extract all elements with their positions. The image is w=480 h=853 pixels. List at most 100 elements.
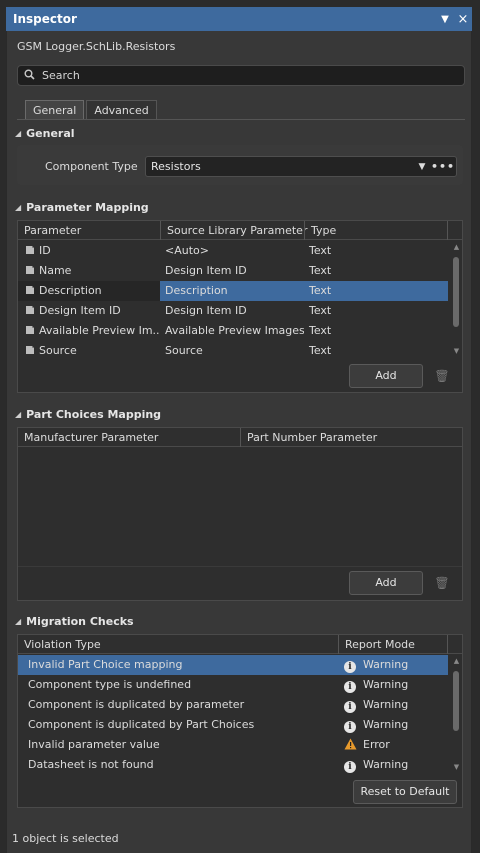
table-row[interactable]: Name Design Item ID Text bbox=[18, 261, 448, 281]
report-mode-value: Warning bbox=[363, 658, 409, 671]
parameter-name: Available Preview Im... bbox=[39, 324, 160, 337]
column-header-manufacturer[interactable]: Manufacturer Parameter bbox=[18, 428, 158, 447]
source-cell[interactable]: <Auto> bbox=[160, 241, 304, 261]
table-row[interactable]: ID <Auto> Text bbox=[18, 241, 448, 261]
table-row[interactable]: Component is duplicated by Part Choices i… bbox=[18, 715, 448, 735]
report-mode-cell[interactable]: i Warning bbox=[344, 695, 448, 715]
section-part-choices-header[interactable]: ◢ Part Choices Mapping bbox=[15, 408, 161, 421]
tab-general[interactable]: General bbox=[25, 100, 85, 120]
report-mode-cell[interactable]: i Warning bbox=[344, 755, 448, 775]
parameter-icon bbox=[26, 306, 34, 314]
scroll-up-icon[interactable]: ▲ bbox=[452, 243, 461, 251]
info-icon: i bbox=[344, 761, 356, 773]
parameter-cell: Design Item ID bbox=[18, 301, 160, 321]
table-row[interactable]: Design Item ID Design Item ID Text bbox=[18, 301, 448, 321]
report-mode-value: Warning bbox=[363, 698, 409, 711]
trash-icon[interactable]: 🗑 bbox=[432, 366, 452, 386]
reset-to-default-button[interactable]: Reset to Default bbox=[353, 780, 457, 804]
table-row[interactable]: Source Source Text bbox=[18, 341, 448, 361]
close-icon[interactable]: × bbox=[454, 12, 472, 27]
panel-title: Inspector bbox=[13, 12, 77, 26]
table-row[interactable]: Component type is undefined i Warning bbox=[18, 675, 448, 695]
section-general-header[interactable]: ◢ General bbox=[15, 127, 75, 140]
table-row[interactable]: Component is duplicated by parameter i War… bbox=[18, 695, 448, 715]
table-row[interactable]: Invalid Part Choice mapping i Warning bbox=[18, 655, 448, 675]
parameter-icon bbox=[26, 266, 34, 274]
source-cell[interactable]: Design Item ID bbox=[160, 301, 304, 321]
info-icon: i bbox=[344, 681, 356, 693]
info-icon: i bbox=[344, 721, 356, 733]
table-row[interactable]: Invalid parameter value Error bbox=[18, 735, 448, 755]
type-cell: Text bbox=[309, 344, 332, 357]
violation-type-cell: Datasheet is not found bbox=[28, 758, 154, 771]
add-part-choice-button[interactable]: Add bbox=[349, 571, 423, 595]
scroll-down-icon[interactable]: ▼ bbox=[452, 763, 461, 771]
parameter-name: Name bbox=[39, 264, 72, 277]
status-bar-text: 1 object is selected bbox=[12, 832, 119, 845]
violation-type-cell: Invalid Part Choice mapping bbox=[28, 658, 183, 671]
section-title: Parameter Mapping bbox=[26, 201, 149, 214]
tab-advanced[interactable]: Advanced bbox=[86, 100, 157, 120]
more-options-icon[interactable]: ••• bbox=[430, 160, 456, 173]
table-header: Parameter Source Library Parameter Type bbox=[18, 221, 462, 240]
table-row[interactable]: Description Description Text bbox=[18, 281, 448, 301]
tab-divider bbox=[17, 119, 465, 120]
search-placeholder: Search bbox=[42, 69, 80, 82]
scroll-up-icon[interactable]: ▲ bbox=[452, 657, 461, 665]
report-mode-cell[interactable]: Error bbox=[344, 735, 448, 755]
parameter-name: Description bbox=[39, 284, 102, 297]
violation-type-cell: Component type is undefined bbox=[28, 678, 192, 691]
column-header-type[interactable]: Type bbox=[304, 221, 336, 240]
column-header-parameter[interactable]: Parameter bbox=[18, 221, 81, 240]
chevron-down-icon[interactable]: ▼ bbox=[414, 162, 430, 172]
trash-icon[interactable]: 🗑 bbox=[432, 573, 452, 593]
search-input[interactable]: Search bbox=[17, 65, 465, 86]
report-mode-cell[interactable]: i Warning bbox=[344, 675, 448, 695]
column-header-spacer bbox=[447, 221, 454, 240]
table-divider bbox=[18, 566, 462, 567]
violation-type-cell: Invalid parameter value bbox=[28, 738, 160, 751]
type-cell: Text bbox=[309, 264, 332, 277]
table-row[interactable]: Available Preview Im... Available Preview… bbox=[18, 321, 448, 341]
column-header-part-number[interactable]: Part Number Parameter bbox=[240, 428, 377, 447]
type-cell: Text bbox=[309, 324, 332, 337]
report-mode-cell[interactable]: i Warning bbox=[344, 715, 448, 735]
scroll-thumb[interactable] bbox=[453, 671, 459, 731]
add-parameter-button[interactable]: Add bbox=[349, 364, 423, 388]
section-title: Migration Checks bbox=[26, 615, 134, 628]
source-cell[interactable]: Design Item ID bbox=[160, 261, 304, 281]
report-mode-value: Warning bbox=[363, 678, 409, 691]
column-header-report-mode[interactable]: Report Mode bbox=[338, 635, 415, 654]
type-cell: Text bbox=[309, 244, 332, 257]
collapse-triangle-icon: ◢ bbox=[15, 129, 22, 138]
component-type-dropdown[interactable]: Resistors ▼ ••• bbox=[145, 156, 457, 177]
parameter-icon bbox=[26, 246, 34, 254]
migration-scrollbar[interactable]: ▲ ▼ bbox=[452, 655, 461, 773]
violation-type-cell: Component is duplicated by parameter bbox=[28, 698, 245, 711]
report-mode-value: Error bbox=[363, 738, 390, 751]
column-header-source[interactable]: Source Library Parameter bbox=[160, 221, 307, 240]
selected-object-name: GSM Logger.SchLib.Resistors bbox=[17, 40, 176, 53]
parameter-cell: ID bbox=[18, 241, 160, 261]
report-mode-cell[interactable]: i Warning bbox=[344, 655, 448, 675]
parameter-cell: Available Preview Im... bbox=[18, 321, 160, 341]
parameter-icon bbox=[26, 286, 34, 294]
table-header: Manufacturer Parameter Part Number Param… bbox=[18, 428, 462, 447]
section-title: Part Choices Mapping bbox=[26, 408, 162, 421]
scroll-thumb[interactable] bbox=[453, 257, 459, 327]
table-row[interactable]: Datasheet is not found i Warning bbox=[18, 755, 448, 775]
column-header-violation[interactable]: Violation Type bbox=[18, 635, 101, 654]
part-choices-panel: Manufacturer Parameter Part Number Param… bbox=[17, 427, 463, 601]
parameter-scrollbar[interactable]: ▲ ▼ bbox=[452, 241, 461, 357]
scroll-down-icon[interactable]: ▼ bbox=[452, 347, 461, 355]
section-parameter-mapping-header[interactable]: ◢ Parameter Mapping bbox=[15, 201, 149, 214]
source-cell[interactable]: Description bbox=[160, 281, 304, 301]
source-cell[interactable]: Available Preview Images bbox=[160, 321, 304, 341]
section-migration-checks-header[interactable]: ◢ Migration Checks bbox=[15, 615, 134, 628]
source-cell[interactable]: Source bbox=[160, 341, 304, 361]
column-header-spacer bbox=[447, 635, 454, 654]
component-type-label: Component Type bbox=[45, 160, 138, 173]
parameter-mapping-panel: Parameter Source Library Parameter Type … bbox=[17, 220, 463, 393]
violation-type-cell: Component is duplicated by Part Choices bbox=[28, 718, 255, 731]
pin-dropdown-icon[interactable]: ▼ bbox=[436, 14, 454, 25]
